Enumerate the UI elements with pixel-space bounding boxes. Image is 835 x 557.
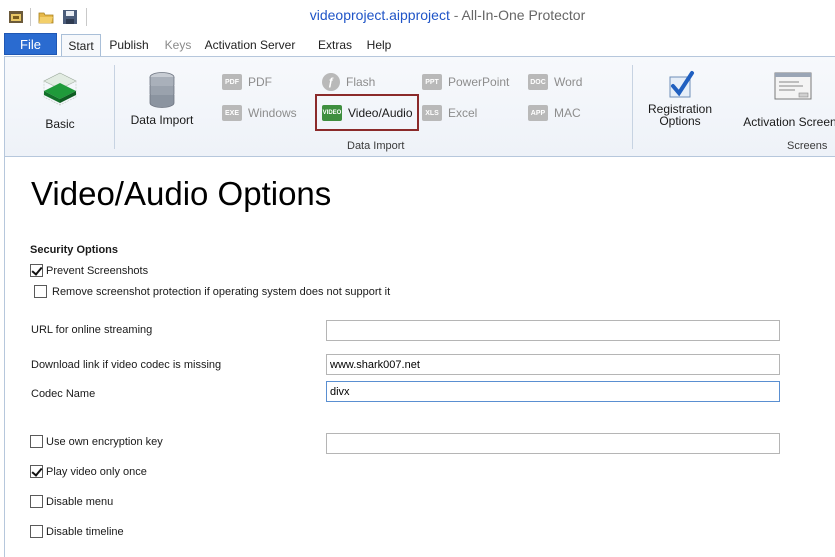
registration-label-line2: Options: [659, 114, 701, 128]
disable-menu-checkbox[interactable]: [30, 495, 43, 508]
mac-label: MAC: [554, 106, 581, 120]
options-panel: Video/Audio Options Security Options Pre…: [4, 157, 835, 557]
data-import-button[interactable]: Data Import: [129, 71, 195, 127]
pdf-label: PDF: [248, 75, 272, 89]
exe-icon: EXE: [222, 105, 242, 121]
own-key-row[interactable]: Use own encryption key: [30, 435, 163, 448]
word-label: Word: [554, 75, 583, 89]
pdf-button[interactable]: PDF PDF: [222, 71, 272, 93]
word-button[interactable]: DOC Word: [528, 71, 582, 93]
codec-name-input[interactable]: [326, 381, 780, 402]
play-once-checkbox[interactable]: [30, 465, 43, 478]
own-key-checkbox[interactable]: [30, 435, 43, 448]
doc-icon: DOC: [528, 74, 548, 90]
remove-protection-label: Remove screenshot protection if operatin…: [52, 285, 391, 298]
flash-label: Flash: [346, 75, 376, 89]
group-label-data-import: Data Import: [347, 140, 405, 152]
prevent-screenshots-label: Prevent Screenshots: [46, 264, 149, 277]
title-bar: videoproject.aipproject - All-In-One Pro…: [0, 0, 835, 58]
prevent-screenshots-row[interactable]: Prevent Screenshots: [30, 264, 148, 277]
file-menu-tab[interactable]: File: [4, 33, 57, 55]
registration-check-icon: [669, 71, 694, 98]
tab-extras[interactable]: Extras: [316, 34, 354, 56]
windows-label: Windows: [248, 106, 297, 120]
own-key-input[interactable]: [326, 433, 780, 454]
tab-activation-server[interactable]: Activation Server: [202, 34, 298, 56]
section-title-security: Security Options: [30, 244, 119, 256]
disable-timeline-label: Disable timeline: [46, 525, 124, 538]
app-icon: APP: [528, 105, 548, 121]
window-title: videoproject.aipproject - All-In-One Pro…: [0, 7, 835, 23]
url-streaming-input[interactable]: [326, 320, 780, 341]
registration-options-button[interactable]: Registration Options: [643, 69, 717, 127]
ribbon-separator: [114, 65, 115, 149]
title-file-name: videoproject.aipproject: [309, 7, 450, 23]
windows-button[interactable]: EXE Windows: [222, 102, 297, 124]
ribbon: Basic Data Import PDF PDF EXE Windows ƒ …: [4, 56, 835, 157]
play-once-label: Play video only once: [46, 465, 147, 478]
basic-label: Basic: [45, 117, 75, 131]
tab-keys[interactable]: Keys: [162, 34, 194, 56]
excel-label: Excel: [448, 106, 478, 120]
activation-screens-button[interactable]: Activation Screens: [743, 71, 835, 129]
tab-help[interactable]: Help: [364, 34, 394, 56]
powerpoint-button[interactable]: PPT PowerPoint: [422, 71, 509, 93]
title-separator: -: [453, 7, 459, 23]
basic-button[interactable]: Basic: [29, 69, 91, 131]
group-label-screens: Screens: [787, 140, 828, 152]
basic-cube-icon: [43, 72, 77, 106]
pdf-icon: PDF: [222, 74, 242, 90]
disable-menu-label: Disable menu: [46, 495, 114, 508]
data-import-label: Data Import: [130, 113, 194, 127]
play-once-row[interactable]: Play video only once: [30, 465, 147, 478]
disable-menu-row[interactable]: Disable menu: [30, 495, 113, 508]
activation-screens-label: Activation Screens: [743, 115, 835, 129]
xls-icon: XLS: [422, 105, 442, 121]
codec-name-label: Codec Name: [31, 388, 96, 400]
download-link-label: Download link if video codec is missing: [31, 359, 222, 371]
tab-start[interactable]: Start: [61, 34, 101, 56]
excel-button[interactable]: XLS Excel: [422, 102, 477, 124]
powerpoint-label: PowerPoint: [448, 75, 510, 89]
download-link-input[interactable]: [326, 354, 780, 375]
flash-button[interactable]: ƒ Flash: [322, 71, 375, 93]
title-app-name: All-In-One Protector: [461, 7, 586, 23]
url-streaming-label: URL for online streaming: [31, 324, 153, 336]
menu-bar: File Start Publish Keys Activation Serve…: [0, 32, 835, 56]
prevent-screenshots-checkbox[interactable]: [30, 264, 43, 277]
remove-protection-row[interactable]: Remove screenshot protection if operatin…: [34, 285, 390, 298]
disable-timeline-row[interactable]: Disable timeline: [30, 525, 124, 538]
ribbon-separator: [632, 65, 633, 149]
database-icon: [149, 72, 175, 108]
video-audio-selection: [315, 94, 419, 131]
activation-screen-icon: [774, 72, 812, 100]
remove-protection-checkbox[interactable]: [34, 285, 47, 298]
own-key-label: Use own encryption key: [46, 435, 163, 448]
flash-icon: ƒ: [322, 73, 340, 91]
app-window: videoproject.aipproject - All-In-One Pro…: [0, 0, 835, 557]
disable-timeline-checkbox[interactable]: [30, 525, 43, 538]
mac-button[interactable]: APP MAC: [528, 102, 581, 124]
ppt-icon: PPT: [422, 74, 442, 90]
tab-publish[interactable]: Publish: [106, 34, 152, 56]
page-title: Video/Audio Options: [31, 175, 332, 212]
